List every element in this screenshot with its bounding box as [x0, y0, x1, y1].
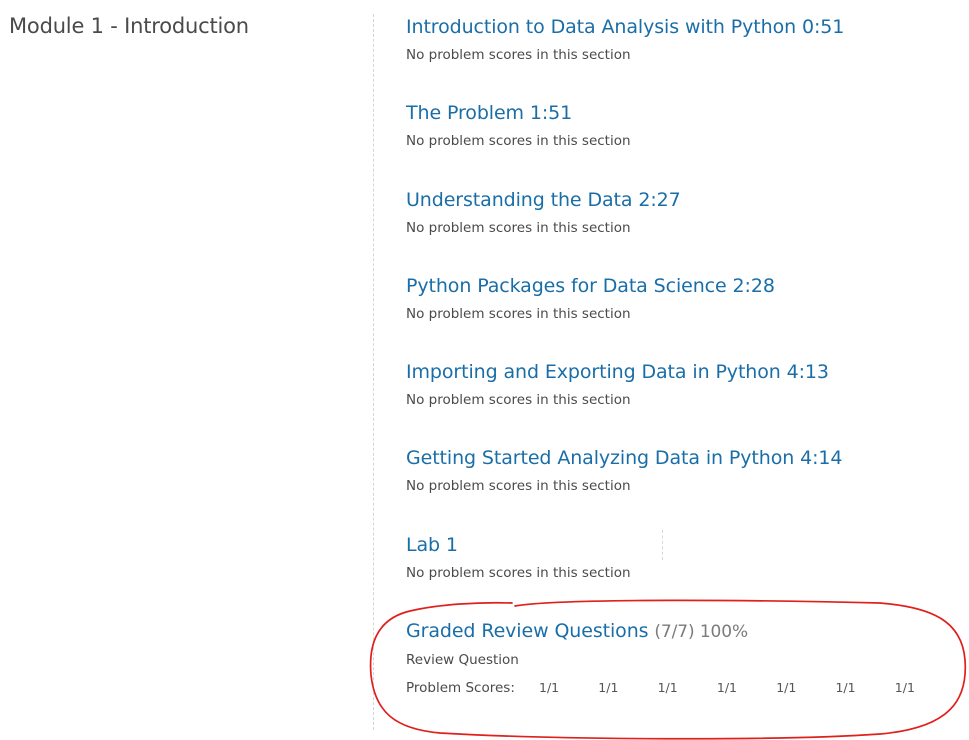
score-summary: (7/7) 100%	[654, 622, 749, 643]
section-divider	[373, 14, 374, 730]
section-link-graded-review[interactable]: Graded Review Questions	[406, 620, 649, 642]
section-status: No problem scores in this section	[406, 478, 631, 495]
section-link-python-packages[interactable]: Python Packages for Data Science 2:28	[406, 272, 966, 300]
section-item: Getting Started Analyzing Data in Python…	[406, 444, 966, 530]
section-status: No problem scores in this section	[406, 219, 631, 236]
section-item: Understanding the Data 2:27 No problem s…	[406, 186, 966, 272]
section-list: Introduction to Data Analysis with Pytho…	[406, 13, 966, 703]
section-link-problem[interactable]: The Problem 1:51	[406, 99, 966, 127]
section-item: Python Packages for Data Science 2:28 No…	[406, 272, 966, 358]
section-link-lab-1[interactable]: Lab 1	[406, 531, 966, 559]
section-status: No problem scores in this section	[406, 47, 631, 63]
module-title: Module 1 - Introduction	[9, 14, 249, 38]
problem-scores-label: Problem Scores:	[406, 680, 515, 697]
section-item: Importing and Exporting Data in Python 4…	[406, 358, 966, 444]
problem-score: 1/1	[835, 680, 856, 696]
section-item: The Problem 1:51 No problem scores in th…	[406, 99, 966, 185]
graded-heading: Graded Review Questions (7/7) 100%	[406, 617, 966, 646]
problem-score: 1/1	[539, 680, 560, 696]
graded-section: Graded Review Questions (7/7) 100% Revie…	[406, 617, 966, 703]
problem-score: 1/1	[716, 680, 738, 696]
section-status: No problem scores in this section	[406, 133, 631, 150]
problem-score: 1/1	[598, 680, 619, 696]
problem-scores-row: Problem Scores: 1/1 1/1 1/1 1/1 1/1 1/1 …	[406, 679, 966, 697]
section-link-getting-started[interactable]: Getting Started Analyzing Data in Python…	[406, 444, 966, 472]
assignment-type: Review Question	[406, 652, 519, 669]
section-link-understanding-data[interactable]: Understanding the Data 2:27	[406, 186, 966, 214]
section-item: Lab 1 No problem scores in this section	[406, 531, 966, 617]
problem-score: 1/1	[657, 680, 678, 696]
section-status: No problem scores in this section	[406, 564, 631, 581]
problem-score: 1/1	[776, 680, 797, 696]
section-link-intro[interactable]: Introduction to Data Analysis with Pytho…	[406, 13, 966, 41]
section-status: No problem scores in this section	[406, 392, 631, 409]
section-status: No problem scores in this section	[406, 305, 631, 322]
section-item: Introduction to Data Analysis with Pytho…	[406, 13, 966, 99]
problem-score: 1/1	[894, 680, 915, 696]
section-link-import-export[interactable]: Importing and Exporting Data in Python 4…	[406, 358, 966, 386]
